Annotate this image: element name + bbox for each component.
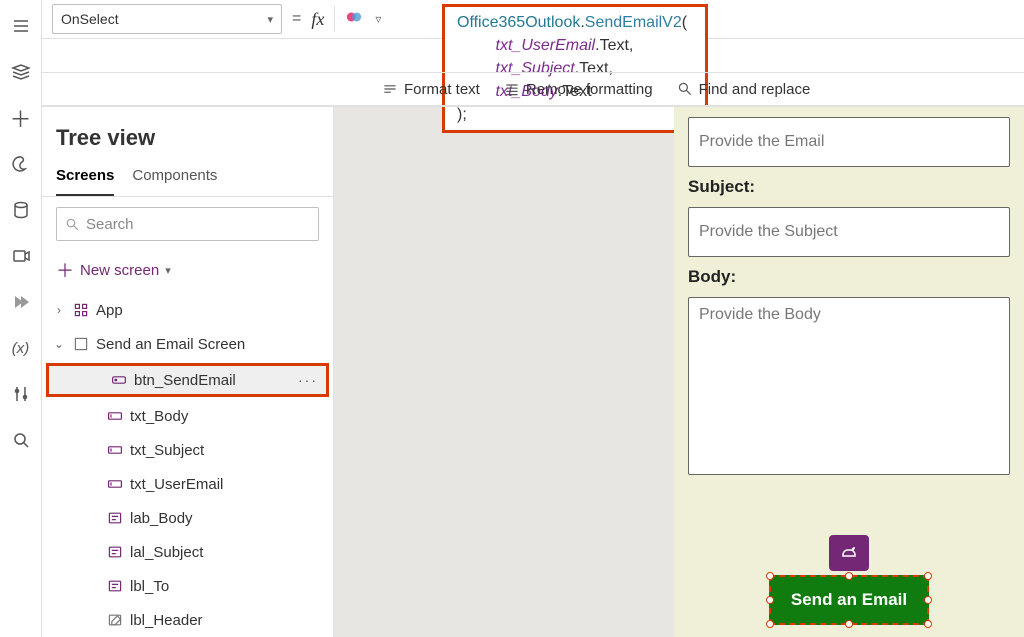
label-icon (106, 509, 124, 527)
body-input[interactable]: Provide the Body (688, 297, 1010, 475)
tree-node-txt-useremail[interactable]: txt_UserEmail (42, 467, 333, 501)
resize-handle[interactable] (845, 620, 853, 628)
resize-handle[interactable] (924, 596, 932, 604)
fx-label: fx (311, 9, 324, 30)
tree-node-txt-subject[interactable]: txt_Subject (42, 433, 333, 467)
copilot-badge[interactable] (829, 535, 869, 571)
more-icon[interactable]: ··· (298, 372, 318, 388)
screen-icon (72, 335, 90, 353)
insert-icon[interactable]: ＋ (9, 106, 33, 130)
power-automate-icon[interactable] (9, 290, 33, 314)
label-icon (106, 577, 124, 595)
resize-handle[interactable] (766, 596, 774, 604)
button-icon (110, 371, 128, 389)
tree-node-txt-body[interactable]: txt_Body (42, 399, 333, 433)
tab-components[interactable]: Components (132, 161, 217, 196)
expand-formula-icon[interactable]: ▿ (375, 12, 381, 26)
tree-node-lal-subject[interactable]: lal_Subject (42, 535, 333, 569)
tree-tabs: Screens Components (42, 161, 333, 197)
chevron-down-icon: ▾ (267, 13, 273, 26)
format-text-button[interactable]: Format text (382, 81, 480, 98)
divider (334, 6, 335, 32)
property-selector[interactable]: OnSelect ▾ (52, 4, 282, 34)
email-form-screen: Provide the Email Subject: Provide the S… (674, 107, 1024, 637)
textinput-icon (106, 407, 124, 425)
tools-icon[interactable] (9, 382, 33, 406)
property-name: OnSelect (61, 11, 119, 27)
send-email-button[interactable]: Send an Email (769, 575, 929, 625)
chevron-down-icon[interactable]: ⌄ (52, 337, 66, 351)
subject-input[interactable]: Provide the Subject (688, 207, 1010, 257)
left-rail: ＋ (x) (0, 0, 42, 637)
tree-view-panel: Tree view Screens Components Search ＋ Ne… (42, 107, 334, 637)
tree-view-title: Tree view (42, 107, 333, 161)
textinput-icon (106, 441, 124, 459)
body-label: Body: (688, 267, 1010, 287)
resize-handle[interactable] (766, 572, 774, 580)
tree-node-screen[interactable]: ⌄ Send an Email Screen (42, 327, 333, 361)
equals-label: = (292, 10, 301, 28)
resize-handle[interactable] (766, 620, 774, 628)
email-input[interactable]: Provide the Email (688, 117, 1010, 167)
canvas-area[interactable]: Provide the Email Subject: Provide the S… (334, 107, 1024, 637)
media-icon[interactable] (9, 244, 33, 268)
tree-search-input[interactable]: Search (56, 207, 319, 241)
label-icon (106, 543, 124, 561)
resize-handle[interactable] (924, 572, 932, 580)
subject-label: Subject: (688, 177, 1010, 197)
property-bar: OnSelect ▾ = fx ▿ Office365Outlook.SendE… (42, 0, 1024, 39)
tree-node-lab-body[interactable]: lab_Body (42, 501, 333, 535)
data-icon[interactable] (9, 198, 33, 222)
variables-icon[interactable]: (x) (9, 336, 33, 360)
chevron-right-icon[interactable]: › (52, 303, 66, 317)
textinput-icon (106, 475, 124, 493)
copilot-icon[interactable] (345, 8, 363, 31)
tree-view-icon[interactable] (9, 60, 33, 84)
tab-screens[interactable]: Screens (56, 161, 114, 196)
tree-node-app[interactable]: › App (42, 293, 333, 327)
remove-formatting-button[interactable]: Remove formatting (504, 81, 653, 98)
tree-node-lbl-header[interactable]: lbl_Header (42, 603, 333, 637)
theme-icon[interactable] (9, 152, 33, 176)
hamburger-icon[interactable] (9, 14, 33, 38)
chevron-down-icon: ▾ (165, 264, 171, 277)
resize-handle[interactable] (845, 572, 853, 580)
find-replace-button[interactable]: Find and replace (677, 81, 811, 98)
tree-node-lbl-to[interactable]: lbl_To (42, 569, 333, 603)
search-rail-icon[interactable] (9, 428, 33, 452)
label-edit-icon (106, 611, 124, 629)
new-screen-button[interactable]: ＋ New screen ▾ (42, 251, 333, 293)
app-icon (72, 301, 90, 319)
resize-handle[interactable] (924, 620, 932, 628)
tree-node-btn-sendemail[interactable]: btn_SendEmail ··· (46, 363, 329, 397)
